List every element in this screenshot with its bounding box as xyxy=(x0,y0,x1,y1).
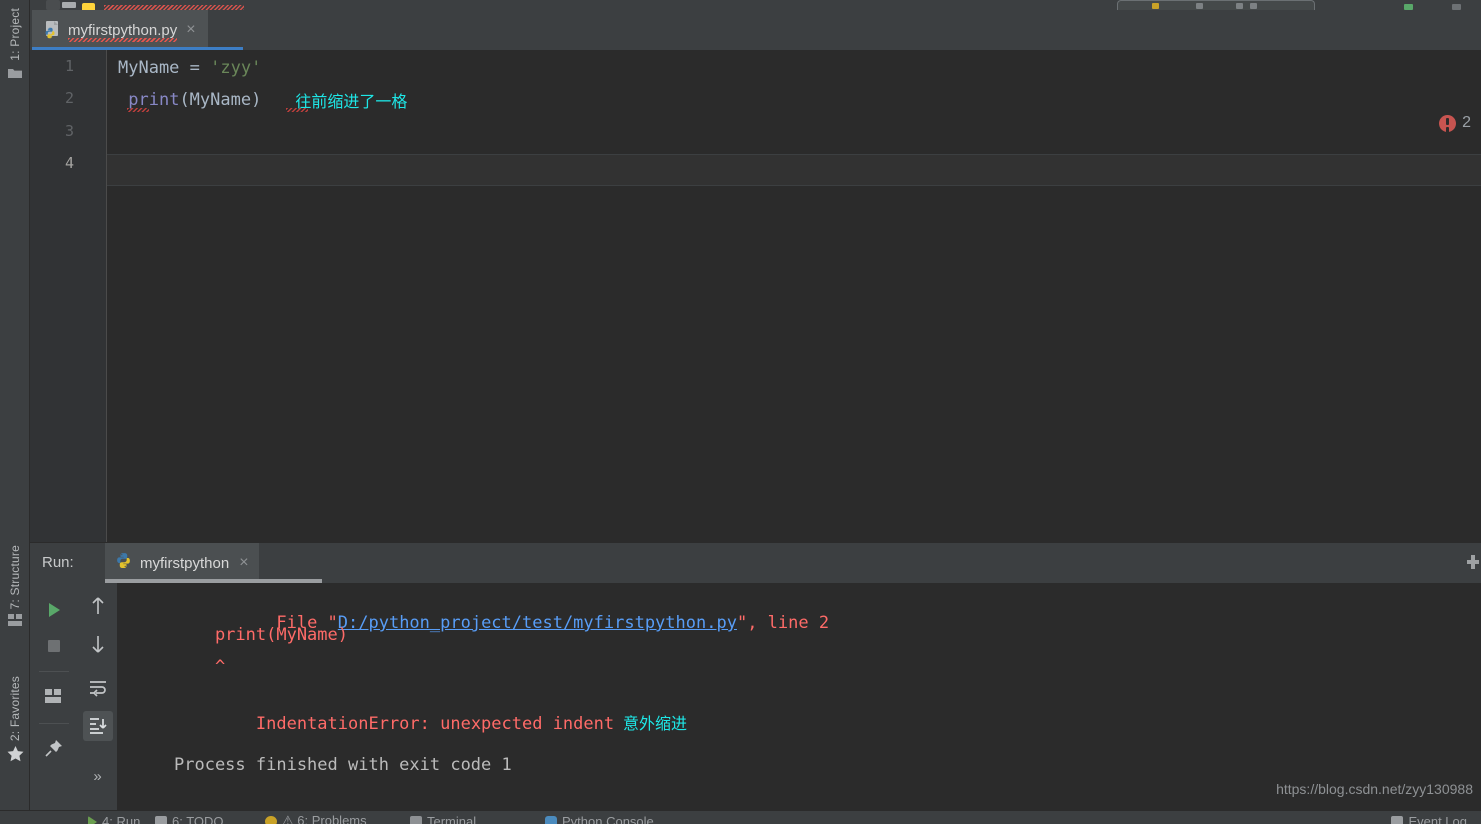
down-the-stack-button[interactable] xyxy=(83,629,113,659)
left-tool-window-strip: 1: Project 7: Structure 2: Favorites xyxy=(0,0,30,824)
python-logo-icon xyxy=(115,552,132,574)
python-console-icon xyxy=(545,816,557,824)
code-token: (MyName) xyxy=(179,90,262,110)
status-item-label: Terminal xyxy=(427,814,477,824)
line-number: 4 xyxy=(64,154,74,172)
up-the-stack-button[interactable] xyxy=(83,591,113,621)
status-item-label: ⚠ 6: Problems xyxy=(282,813,367,824)
scroll-to-end-button[interactable] xyxy=(82,711,113,741)
sidebar-item-project[interactable]: 1: Project xyxy=(0,8,30,85)
status-item-terminal[interactable]: Terminal xyxy=(410,814,476,824)
line-number: 2 xyxy=(64,89,74,107)
status-item-problems[interactable]: ⚠ 6: Problems xyxy=(265,813,367,824)
main-toolbar-sliver xyxy=(0,0,1481,10)
folder-icon xyxy=(7,66,23,85)
play-icon xyxy=(88,815,97,824)
line-number-gutter: 1 2 3 4 xyxy=(30,50,107,542)
sidebar-item-favorites[interactable]: 2: Favorites xyxy=(0,676,30,767)
run-actions-toolbar xyxy=(30,583,78,811)
bottom-tool-window-bar: 4: Run 6: TODO ⚠ 6: Problems Terminal Py… xyxy=(0,810,1481,824)
sidebar-item-project-label: 1: Project xyxy=(8,8,22,61)
run-window-header: Run: myfirstpython × xyxy=(30,543,1481,583)
line-number: 1 xyxy=(64,57,74,75)
console-line: IndentationError: unexpected indent 意外缩进 xyxy=(174,690,687,754)
code-token: 'zyy' xyxy=(210,58,262,78)
todo-icon xyxy=(155,816,167,824)
run-window-title: Run: xyxy=(42,554,74,571)
pin-tab-button[interactable] xyxy=(39,733,69,763)
toolbar-divider xyxy=(39,671,69,672)
status-item-label: Event Log xyxy=(1408,814,1467,824)
event-log-icon xyxy=(1391,816,1404,824)
error-count-label: 2 xyxy=(1462,114,1471,131)
editor-tab-myfirstpython[interactable]: myfirstpython.py × xyxy=(32,10,208,50)
structure-icon xyxy=(7,614,23,632)
rerun-button[interactable] xyxy=(39,595,69,625)
pycharm-ide-window: 1: Project 7: Structure 2: Favorites myf… xyxy=(0,0,1481,824)
console-output[interactable]: File "D:/python_project/test/myfirstpyth… xyxy=(118,583,1481,811)
status-item-event-log[interactable]: Event Log xyxy=(1391,814,1467,824)
error-squiggle-right xyxy=(286,108,308,112)
status-item-run[interactable]: 4: Run xyxy=(88,814,140,824)
console-text: ", line 2 xyxy=(736,613,830,633)
toolbar-fragment-1[interactable] xyxy=(46,0,60,10)
status-item-label: Python Console xyxy=(562,814,654,824)
status-item-label: 4: Run xyxy=(102,814,141,824)
code-line-2: print (MyName) 往前缩进了一格 xyxy=(118,84,407,116)
code-token-print: print xyxy=(128,90,180,110)
console-line: ^ xyxy=(174,657,226,677)
console-file-link[interactable]: D:/python_project/test/myfirstpython.py xyxy=(338,613,737,633)
terminal-icon xyxy=(410,816,422,824)
sidebar-item-favorites-label: 2: Favorites xyxy=(8,676,22,742)
sidebar-item-structure-label: 7: Structure xyxy=(8,545,22,610)
editor-tab-close-icon[interactable]: × xyxy=(184,22,197,38)
console-line: print(MyName) xyxy=(174,625,348,645)
console-actions-toolbar: » xyxy=(78,583,118,811)
status-item-python-console[interactable]: Python Console xyxy=(545,814,654,824)
star-icon xyxy=(7,746,24,767)
code-token: MyName xyxy=(118,58,180,78)
editor-tab-bar: myfirstpython.py × xyxy=(30,10,1481,50)
code-token: = xyxy=(179,58,211,78)
console-line: Process finished with exit code 1 xyxy=(174,755,512,775)
toolbar-divider xyxy=(39,723,69,724)
watermark-text: https://blog.csdn.net/zyy130988 xyxy=(1276,781,1473,797)
console-annotation: 意外缩进 xyxy=(614,716,688,733)
run-tab-myfirstpython[interactable]: myfirstpython × xyxy=(105,543,259,583)
line-number: 3 xyxy=(64,122,74,140)
status-item-label: 6: TODO xyxy=(172,814,224,824)
warning-icon xyxy=(265,815,277,824)
code-annotation-indent-note: 往前缩进了一格 xyxy=(295,94,408,111)
run-config-selector-fragment[interactable] xyxy=(1117,0,1315,10)
restore-layout-button[interactable] xyxy=(39,681,69,711)
console-error-text: IndentationError: unexpected indent xyxy=(255,714,615,734)
sidebar-item-structure[interactable]: 7: Structure xyxy=(0,545,30,632)
code-text-area[interactable]: MyName = 'zyy' print (MyName) 往前缩进了一格 xyxy=(108,50,1481,542)
editor-tab-label: myfirstpython.py xyxy=(68,21,178,42)
run-tab-label: myfirstpython xyxy=(140,554,230,572)
toolbar-fragment-2[interactable] xyxy=(62,2,76,8)
run-tab-close-icon[interactable]: × xyxy=(237,555,250,571)
chevron-double-right-icon[interactable]: » xyxy=(83,761,113,791)
soft-wrap-button[interactable] xyxy=(83,673,113,703)
error-squiggle-left xyxy=(127,108,149,112)
python-icon-fragment xyxy=(82,3,95,10)
stop-button[interactable] xyxy=(39,631,69,661)
python-file-icon xyxy=(44,21,61,39)
code-line-1: MyName = 'zyy' xyxy=(118,52,261,84)
status-item-todo[interactable]: 6: TODO xyxy=(155,814,224,824)
gear-icon[interactable] xyxy=(1467,555,1479,569)
code-editor[interactable]: 1 2 3 4 MyName = 'zyy' print (MyName) 往前缩… xyxy=(30,50,1481,542)
status-badge[interactable]: 2 xyxy=(1439,114,1471,132)
run-tool-window: Run: myfirstpython × » File "D:/python_p… xyxy=(30,542,1481,811)
error-circle-icon xyxy=(1439,114,1457,132)
